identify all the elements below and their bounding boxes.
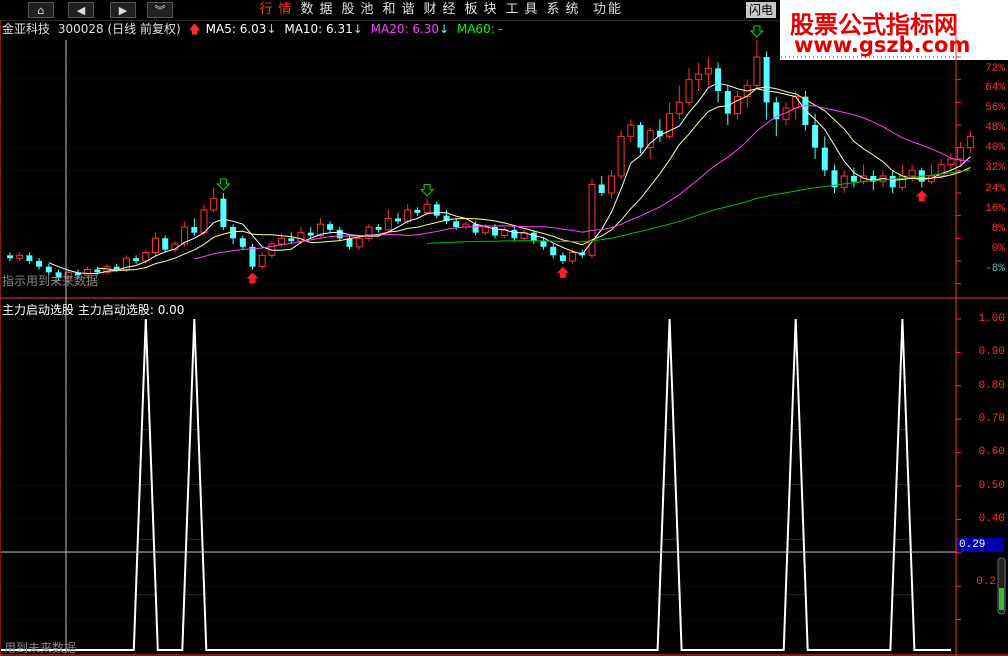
candle-down bbox=[453, 221, 460, 227]
buy-down-arrow-icon bbox=[419, 184, 435, 197]
candle-down bbox=[812, 125, 819, 148]
candle-up bbox=[695, 73, 703, 81]
candle-down bbox=[220, 198, 227, 227]
sub-future-data-hint: 用到未来数据 bbox=[4, 641, 77, 655]
candle-down bbox=[821, 147, 828, 171]
candle-down bbox=[763, 57, 770, 103]
candle-down bbox=[336, 229, 343, 239]
candle-down bbox=[724, 91, 731, 114]
candle-down bbox=[307, 232, 314, 236]
sub-indicator-value: 主力启动选股: 0.00 bbox=[77, 303, 185, 317]
candle-up bbox=[908, 169, 916, 177]
future-data-hint: 指示用到未来数据 bbox=[2, 274, 99, 288]
candle-down bbox=[162, 238, 169, 250]
cursor-value-badge: 0.29 bbox=[957, 538, 1003, 552]
candle-down bbox=[850, 176, 857, 182]
sub-indicator-axis: 1.00 0.90 0.80 0.70 0.60 0.50 0.40 0.2 bbox=[958, 0, 1008, 656]
candle-down bbox=[249, 246, 256, 267]
candle-up bbox=[753, 56, 761, 86]
candle-up bbox=[947, 158, 955, 166]
candle-down bbox=[637, 125, 644, 148]
candle-up bbox=[152, 237, 159, 253]
axis-tick: 0.40 bbox=[978, 513, 1005, 525]
candle-down bbox=[530, 232, 537, 242]
candle-down bbox=[414, 210, 421, 213]
candle-down bbox=[327, 224, 334, 230]
candle-down bbox=[113, 266, 120, 270]
kline-chart[interactable] bbox=[0, 0, 1008, 656]
sub-indicator-name: 主力启动选股 bbox=[2, 303, 75, 317]
candle-down bbox=[375, 227, 382, 230]
candle-up bbox=[617, 135, 625, 177]
axis-tick: 0.80 bbox=[978, 380, 1005, 392]
sell-up-arrow-icon bbox=[246, 272, 259, 284]
candle-down bbox=[133, 258, 140, 261]
candle-down bbox=[511, 229, 518, 239]
axis-tick: 0.2 bbox=[976, 576, 996, 588]
sell-up-arrow-icon bbox=[915, 190, 928, 202]
candle-down bbox=[191, 227, 198, 233]
buy-down-arrow-icon bbox=[749, 25, 765, 38]
candle-up bbox=[607, 175, 615, 194]
axis-tick: 0.70 bbox=[978, 413, 1005, 425]
candle-down bbox=[288, 238, 295, 242]
candle-up bbox=[481, 226, 489, 234]
candle-up bbox=[685, 79, 693, 103]
candle-down bbox=[540, 241, 547, 247]
sell-up-arrow-icon bbox=[556, 266, 569, 278]
ma60-line bbox=[427, 169, 971, 244]
candle-down bbox=[26, 255, 33, 261]
candle-down bbox=[7, 255, 13, 259]
candle-up bbox=[569, 252, 577, 262]
candle-down bbox=[433, 204, 440, 216]
candle-down bbox=[36, 261, 43, 267]
axis-tick: 0.90 bbox=[978, 346, 1005, 358]
candle-up bbox=[384, 218, 392, 231]
candle-up bbox=[200, 209, 208, 234]
sub-panel-title: 主力启动选股 主力启动选股: 0.00 bbox=[2, 301, 184, 318]
candle-up bbox=[675, 101, 683, 115]
candle-down bbox=[239, 238, 246, 247]
candle-down bbox=[550, 246, 557, 256]
candle-up bbox=[840, 175, 848, 188]
candle-up bbox=[704, 67, 712, 75]
candle-down bbox=[598, 184, 605, 193]
candle-down bbox=[395, 218, 401, 222]
candle-down bbox=[559, 255, 566, 261]
candle-up bbox=[278, 237, 286, 245]
candle-up bbox=[142, 252, 150, 262]
axis-tick: 1.00 bbox=[978, 313, 1005, 325]
candle-up bbox=[627, 124, 635, 137]
candle-down bbox=[889, 176, 896, 188]
candle-up bbox=[355, 237, 363, 248]
candle-up bbox=[210, 198, 218, 211]
candle-up bbox=[792, 96, 800, 109]
candle-up bbox=[258, 254, 266, 268]
candle-down bbox=[346, 238, 353, 247]
candle-up bbox=[16, 254, 24, 259]
candle-down bbox=[715, 68, 722, 91]
candle-up bbox=[404, 209, 412, 222]
candle-down bbox=[472, 224, 479, 233]
buy-down-arrow-icon bbox=[216, 178, 231, 191]
axis-tick: 0.60 bbox=[978, 446, 1005, 458]
candle-up bbox=[423, 203, 431, 214]
axis-tick: 0.50 bbox=[978, 480, 1005, 492]
candle-up bbox=[365, 226, 373, 239]
candle-up bbox=[666, 113, 674, 137]
